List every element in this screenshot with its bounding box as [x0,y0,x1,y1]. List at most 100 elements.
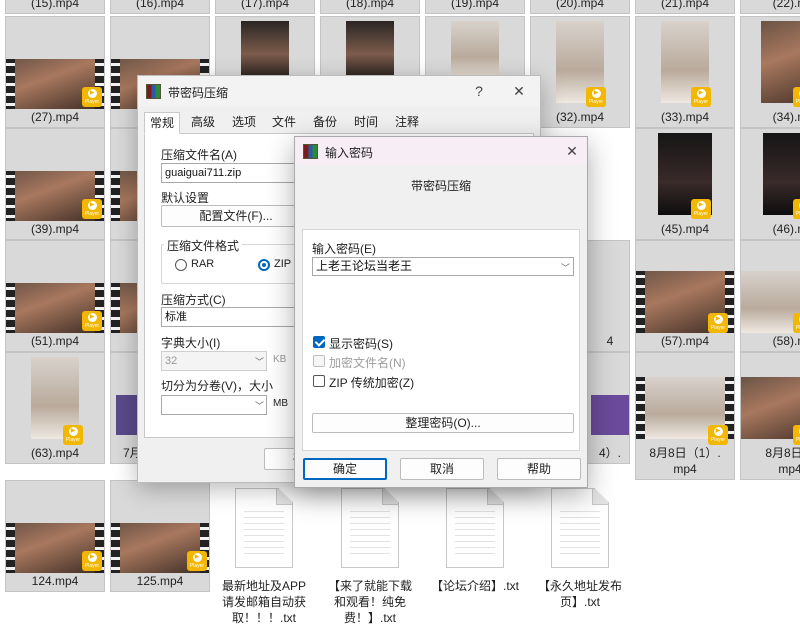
video-file-tile[interactable]: (16).mp4 [110,0,210,14]
text-file-item[interactable]: 【来了就能下载 和观看！纯免 费！】.txt [318,488,422,628]
player-icon: ▶Player [187,551,207,571]
video-file-tile[interactable]: ▶ Player 8月8日（1）. mp4 [635,352,735,480]
file-name: (45).mp4 [660,222,710,236]
file-name: (19).mp4 [450,0,500,10]
format-rar-radio[interactable] [175,259,187,271]
file-name: (27).mp4 [30,110,80,124]
player-icon: ▶Player [82,199,102,219]
player-icon: ▶Player [793,425,800,445]
player-icon: ▶Player [793,313,800,333]
file-name: (32).mp4 [555,110,605,124]
close-icon[interactable]: ✕ [508,81,530,101]
video-file-tile[interactable]: ▶Player (58).m [740,240,800,352]
text-file-item[interactable]: 【论坛介绍】.txt [423,488,527,628]
video-file-tile[interactable]: (17).mp4 [215,0,315,14]
archive-name-label: 压缩文件名(A) [161,148,237,162]
tab-options[interactable]: 选项 [227,112,261,134]
file-name: 125.mp4 [136,574,184,588]
file-name: 124.mp4 [31,574,79,588]
player-icon: ▶Player [793,87,800,107]
tab-comment[interactable]: 注释 [390,112,424,134]
winrar-app-icon [303,144,318,159]
video-file-tile[interactable]: ▶Player (34).m [740,16,800,128]
split-unit: MB [273,398,288,409]
dialog-title: 输入密码 [325,146,374,160]
encrypt-filenames-checkbox[interactable] [313,355,325,367]
dictionary-size-select[interactable]: 32 [161,351,267,371]
file-name: 【论坛介绍】.txt [430,579,519,593]
video-file-tile[interactable]: ▶ Player (51).mp4 [5,240,105,352]
close-icon[interactable]: ✕ [561,141,583,161]
enter-password-dialog: 输入密码 ✕ 带密码压缩 输入密码(E) 上老王论坛当老王 ﹀ 显示密码(S) … [294,136,588,488]
archive-name-input[interactable]: guaiguai711.zip [161,163,311,183]
file-name: (16).mp4 [135,0,185,10]
file-name: (15).mp4 [30,0,80,10]
zip-legacy-encryption-checkbox[interactable] [313,375,325,387]
help-icon[interactable]: ? [468,81,490,101]
video-file-tile[interactable]: (20).mp4 [530,0,630,14]
dialog-title: 带密码压缩 [168,86,229,100]
text-document-icon [551,488,609,568]
ok-button[interactable]: 确定 [303,458,387,480]
player-icon: ▶Player [82,551,102,571]
video-file-tile[interactable]: (19).mp4 [425,0,525,14]
video-file-tile[interactable]: ▶ Player (39).mp4 [5,128,105,240]
tab-backup[interactable]: 备份 [308,112,342,134]
compression-method-select[interactable]: 标准 [161,307,311,327]
text-document-icon [341,488,399,568]
file-name: (63).mp4 [30,446,80,460]
chevron-down-icon: ﹀ [255,357,265,367]
video-file-tile[interactable]: (21).mp4 [635,0,735,14]
file-name: (21).mp4 [660,0,710,10]
show-password-checkbox[interactable] [313,336,325,348]
file-name: (22).m [772,0,800,10]
organize-passwords-button[interactable]: 整理密码(O)... [312,413,574,433]
password-input[interactable]: 上老王论坛当老王 [312,257,574,276]
profiles-button[interactable]: 配置文件(F)... [161,205,311,227]
text-file-item[interactable]: 【永久地址发布 页】.txt [528,488,632,628]
tab-advanced[interactable]: 高级 [186,112,220,134]
default-settings-label: 默认设置 [161,191,210,205]
video-file-tile[interactable]: ▶ Player 125.mp4 [110,480,210,592]
help-button[interactable]: 帮助 [497,458,581,480]
video-file-tile[interactable]: ▶ Player (57).mp4 [635,240,735,352]
file-name: 【来了就能下载 和观看！纯免 费！】.txt [327,579,412,625]
video-file-tile[interactable]: ▶ Player (32).mp4 [530,16,630,128]
dictionary-size-label: 字典大小(I) [161,336,221,350]
video-file-tile[interactable]: ▶ Player (45).mp4 [635,128,735,240]
tab-time[interactable]: 时间 [349,112,383,134]
video-file-tile[interactable]: ▶ Player (27).mp4 [5,16,105,128]
cancel-button[interactable]: 取消 [400,458,484,480]
video-file-tile[interactable]: ▶Player (46).m [740,128,800,240]
video-thumbnail [591,395,629,435]
player-icon: ▶Player [82,87,102,107]
video-file-tile[interactable]: ▶ Player (33).mp4 [635,16,735,128]
file-name: (33).mp4 [660,110,710,124]
video-file-tile[interactable]: (15).mp4 [5,0,105,14]
file-name: (39).mp4 [30,222,80,236]
file-name-ext: mp4 [778,462,800,476]
file-name: 【永久地址发布 页】.txt [537,579,622,609]
video-file-tile[interactable]: (18).mp4 [320,0,420,14]
tab-general[interactable]: 常规 [144,112,181,134]
text-file-item[interactable]: 最新地址及APP 请发邮箱自动获 取！！！.txt [212,488,316,628]
file-name: (17).mp4 [240,0,290,10]
player-icon: ▶Player [708,313,728,333]
split-volume-size-select[interactable] [161,395,267,415]
format-zip-label: ZIP [274,258,292,270]
video-file-tile[interactable]: ▶Player 8月8日（ mp4 [740,352,800,480]
video-file-tile[interactable]: (22).m [740,0,800,14]
player-icon: ▶Player [586,87,606,107]
format-zip-radio[interactable] [258,259,270,271]
file-name: (46).m [772,222,800,236]
file-name: 最新地址及APP 请发邮箱自动获 取！！！.txt [221,579,306,625]
video-file-tile[interactable]: ▶ Player (63).mp4 [5,352,105,464]
tab-files[interactable]: 文件 [267,112,301,134]
player-icon: ▶Player [708,425,728,445]
video-thumbnail [451,21,499,81]
player-icon: ▶Player [63,425,83,445]
show-password-label: 显示密码(S) [329,337,393,351]
dialog-titlebar[interactable]: 输入密码 ✕ [295,137,587,165]
dialog-titlebar[interactable]: 带密码压缩 ? ✕ [138,76,540,106]
video-file-tile[interactable]: ▶ Player 124.mp4 [5,480,105,592]
